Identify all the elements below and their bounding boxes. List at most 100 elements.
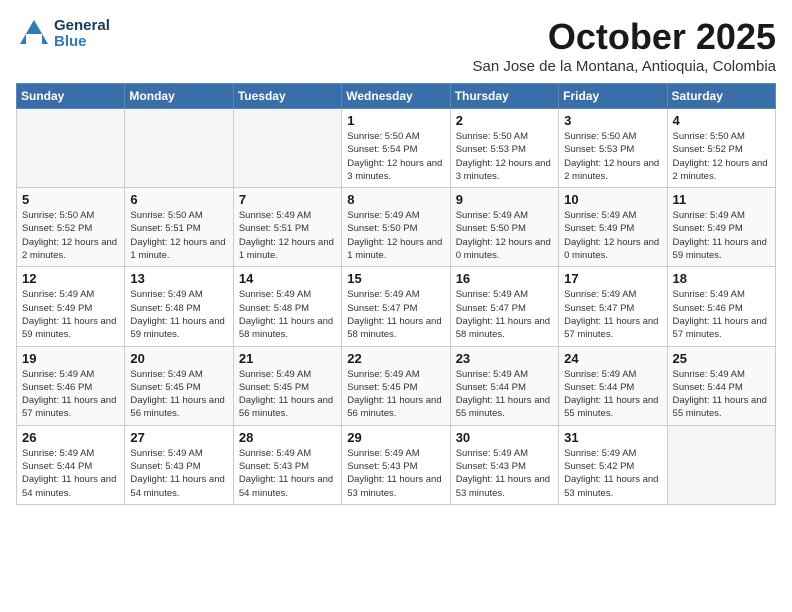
day-info: Sunrise: 5:49 AM Sunset: 5:44 PM Dayligh… <box>673 368 770 421</box>
table-row: 9Sunrise: 5:49 AM Sunset: 5:50 PM Daylig… <box>450 188 558 267</box>
day-number: 23 <box>456 351 553 366</box>
day-number: 30 <box>456 430 553 445</box>
day-number: 25 <box>673 351 770 366</box>
table-row: 18 Sunrise: 5:49 AM Sunset: 5:46 PM Dayli… <box>667 267 775 346</box>
day-number: 5 <box>22 192 119 207</box>
day-info: Sunrise: 5:49 AM Sunset: 5:51 PM Dayligh… <box>239 209 336 262</box>
day-number: 9 <box>456 192 553 207</box>
day-info: Sunrise: 5:49 AM Sunset: 5:49 PM Dayligh… <box>673 209 770 262</box>
day-info: Sunrise: 5:49 AM Sunset: 5:44 PM Dayligh… <box>456 368 553 421</box>
day-info: Sunrise: 5:49 AM Sunset: 5:43 PM Dayligh… <box>130 447 227 500</box>
day-number: 7 <box>239 192 336 207</box>
day-number: 16 <box>456 271 553 286</box>
day-info: Sunrise: 5:49 AM Sunset: 5:45 PM Dayligh… <box>347 368 444 421</box>
day-info: Sunrise: 5:49 AM Sunset: 5:49 PM Dayligh… <box>564 209 661 262</box>
day-info: Sunrise: 5:49 AM Sunset: 5:45 PM Dayligh… <box>130 368 227 421</box>
day-info: Sunrise: 5:50 AM Sunset: 5:53 PM Dayligh… <box>456 130 553 183</box>
day-number: 6 <box>130 192 227 207</box>
day-info: Sunrise: 5:49 AM Sunset: 5:48 PM Dayligh… <box>239 288 336 341</box>
day-number: 24 <box>564 351 661 366</box>
calendar-week-row: 26Sunrise: 5:49 AM Sunset: 5:44 PM Dayli… <box>17 425 776 504</box>
table-row: 19 Sunrise: 5:49 AM Sunset: 5:46 PM Dayli… <box>17 346 125 425</box>
calendar-week-row: 12 Sunrise: 5:49 AM Sunset: 5:49 PM Dayli… <box>17 267 776 346</box>
col-friday: Friday <box>559 84 667 109</box>
day-number: 13 <box>130 271 227 286</box>
table-row: 22 Sunrise: 5:49 AM Sunset: 5:45 PM Dayli… <box>342 346 450 425</box>
table-row <box>667 425 775 504</box>
day-number: 10 <box>564 192 661 207</box>
table-row: 17 Sunrise: 5:49 AM Sunset: 5:47 PM Dayli… <box>559 267 667 346</box>
table-row: 13Sunrise: 5:49 AM Sunset: 5:48 PM Dayli… <box>125 267 233 346</box>
table-row: 5Sunrise: 5:50 AM Sunset: 5:52 PM Daylig… <box>17 188 125 267</box>
day-number: 4 <box>673 113 770 128</box>
day-number: 29 <box>347 430 444 445</box>
day-info: Sunrise: 5:49 AM Sunset: 5:47 PM Dayligh… <box>564 288 661 341</box>
calendar-week-row: 19 Sunrise: 5:49 AM Sunset: 5:46 PM Dayli… <box>17 346 776 425</box>
month-title: October 2025 <box>472 16 776 58</box>
day-number: 17 <box>564 271 661 286</box>
table-row <box>233 109 341 188</box>
logo: General Blue <box>16 16 110 52</box>
day-number: 14 <box>239 271 336 286</box>
table-row: 4 Sunrise: 5:50 AM Sunset: 5:52 PM Daylig… <box>667 109 775 188</box>
day-number: 12 <box>22 271 119 286</box>
day-info: Sunrise: 5:49 AM Sunset: 5:46 PM Dayligh… <box>22 368 119 421</box>
day-info: Sunrise: 5:49 AM Sunset: 5:47 PM Dayligh… <box>347 288 444 341</box>
day-number: 20 <box>130 351 227 366</box>
day-info: Sunrise: 5:49 AM Sunset: 5:45 PM Dayligh… <box>239 368 336 421</box>
col-sunday: Sunday <box>17 84 125 109</box>
table-row: 21 Sunrise: 5:49 AM Sunset: 5:45 PM Dayli… <box>233 346 341 425</box>
day-info: Sunrise: 5:50 AM Sunset: 5:51 PM Dayligh… <box>130 209 227 262</box>
day-number: 27 <box>130 430 227 445</box>
calendar-week-row: 5Sunrise: 5:50 AM Sunset: 5:52 PM Daylig… <box>17 188 776 267</box>
table-row: 15Sunrise: 5:49 AM Sunset: 5:47 PM Dayli… <box>342 267 450 346</box>
day-number: 19 <box>22 351 119 366</box>
table-row: 23 Sunrise: 5:49 AM Sunset: 5:44 PM Dayli… <box>450 346 558 425</box>
table-row: 31 Sunrise: 5:49 AM Sunset: 5:42 PM Dayli… <box>559 425 667 504</box>
table-row: 24 Sunrise: 5:49 AM Sunset: 5:44 PM Dayli… <box>559 346 667 425</box>
day-info: Sunrise: 5:50 AM Sunset: 5:52 PM Dayligh… <box>673 130 770 183</box>
table-row: 3Sunrise: 5:50 AM Sunset: 5:53 PM Daylig… <box>559 109 667 188</box>
table-row: 26Sunrise: 5:49 AM Sunset: 5:44 PM Dayli… <box>17 425 125 504</box>
col-monday: Monday <box>125 84 233 109</box>
day-info: Sunrise: 5:49 AM Sunset: 5:44 PM Dayligh… <box>22 447 119 500</box>
day-number: 18 <box>673 271 770 286</box>
col-saturday: Saturday <box>667 84 775 109</box>
day-number: 31 <box>564 430 661 445</box>
day-number: 11 <box>673 192 770 207</box>
day-info: Sunrise: 5:49 AM Sunset: 5:47 PM Dayligh… <box>456 288 553 341</box>
table-row: 30 Sunrise: 5:49 AM Sunset: 5:43 PM Dayli… <box>450 425 558 504</box>
logo-text: General Blue <box>54 18 110 51</box>
day-number: 3 <box>564 113 661 128</box>
table-row: 29 Sunrise: 5:49 AM Sunset: 5:43 PM Dayli… <box>342 425 450 504</box>
day-info: Sunrise: 5:49 AM Sunset: 5:44 PM Dayligh… <box>564 368 661 421</box>
day-info: Sunrise: 5:49 AM Sunset: 5:43 PM Dayligh… <box>239 447 336 500</box>
day-info: Sunrise: 5:50 AM Sunset: 5:54 PM Dayligh… <box>347 130 444 183</box>
col-tuesday: Tuesday <box>233 84 341 109</box>
col-wednesday: Wednesday <box>342 84 450 109</box>
table-row: 28 Sunrise: 5:49 AM Sunset: 5:43 PM Dayli… <box>233 425 341 504</box>
calendar-table: Sunday Monday Tuesday Wednesday Thursday… <box>16 83 776 505</box>
logo-blue: Blue <box>54 34 110 51</box>
day-info: Sunrise: 5:49 AM Sunset: 5:46 PM Dayligh… <box>673 288 770 341</box>
table-row <box>125 109 233 188</box>
day-number: 22 <box>347 351 444 366</box>
day-info: Sunrise: 5:49 AM Sunset: 5:43 PM Dayligh… <box>347 447 444 500</box>
calendar-header-row: Sunday Monday Tuesday Wednesday Thursday… <box>17 84 776 109</box>
calendar-week-row: 1 Sunrise: 5:50 AM Sunset: 5:54 PM Daylig… <box>17 109 776 188</box>
day-number: 28 <box>239 430 336 445</box>
day-number: 1 <box>347 113 444 128</box>
table-row: 10 Sunrise: 5:49 AM Sunset: 5:49 PM Dayli… <box>559 188 667 267</box>
table-row: 14 Sunrise: 5:49 AM Sunset: 5:48 PM Dayli… <box>233 267 341 346</box>
table-row: 6 Sunrise: 5:50 AM Sunset: 5:51 PM Daylig… <box>125 188 233 267</box>
table-row: 25 Sunrise: 5:49 AM Sunset: 5:44 PM Dayli… <box>667 346 775 425</box>
day-info: Sunrise: 5:49 AM Sunset: 5:49 PM Dayligh… <box>22 288 119 341</box>
day-number: 21 <box>239 351 336 366</box>
table-row: 20 Sunrise: 5:49 AM Sunset: 5:45 PM Dayli… <box>125 346 233 425</box>
table-row: 12 Sunrise: 5:49 AM Sunset: 5:49 PM Dayli… <box>17 267 125 346</box>
day-info: Sunrise: 5:49 AM Sunset: 5:42 PM Dayligh… <box>564 447 661 500</box>
location-subtitle: San Jose de la Montana, Antioquia, Colom… <box>472 58 776 75</box>
day-info: Sunrise: 5:49 AM Sunset: 5:43 PM Dayligh… <box>456 447 553 500</box>
logo-icon <box>16 16 52 52</box>
table-row: 2Sunrise: 5:50 AM Sunset: 5:53 PM Daylig… <box>450 109 558 188</box>
